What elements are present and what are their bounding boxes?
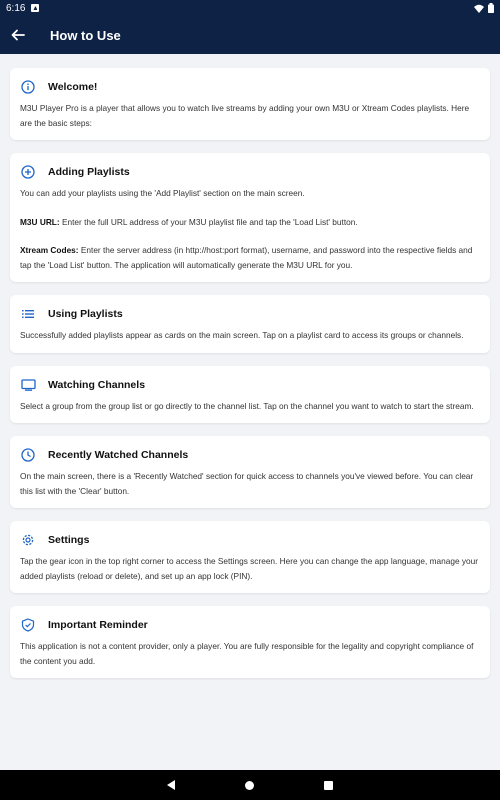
card-using-playlists: Using Playlists Successfully added playl… — [10, 295, 490, 353]
arrow-back-icon — [11, 29, 25, 41]
nav-back-icon[interactable] — [167, 780, 175, 790]
card-title: Settings — [48, 534, 90, 546]
card-text: Select a group from the group list or go… — [20, 400, 474, 411]
page-title: How to Use — [50, 27, 121, 43]
m3u-label: M3U URL: — [20, 216, 60, 227]
tv-icon — [20, 377, 36, 393]
card-welcome: Welcome! M3U Player Pro is a player that… — [10, 68, 490, 140]
card-text: This application is not a content provid… — [20, 641, 474, 666]
status-time: 6:16 — [6, 2, 26, 14]
card-title: Welcome! — [48, 81, 98, 93]
list-icon — [20, 306, 36, 322]
card-text: M3U Player Pro is a player that allows y… — [20, 103, 470, 128]
card-adding-playlists: Adding Playlists You can add your playli… — [10, 153, 490, 282]
battery-icon — [488, 3, 494, 13]
nav-home-icon[interactable] — [245, 780, 254, 790]
card-title: Adding Playlists — [48, 166, 130, 178]
app-bar: How to Use — [0, 16, 500, 54]
card-important-reminder: Important Reminder This application is n… — [10, 606, 490, 678]
info-icon — [20, 79, 36, 95]
shield-check-icon — [20, 617, 36, 633]
status-icons — [474, 3, 494, 13]
xtream-instructions: Xtream Codes: Enter the server address (… — [20, 243, 480, 272]
card-text: You can add your playlists using the 'Ad… — [20, 188, 305, 198]
status-bar: 6:16 — [0, 0, 500, 16]
add-circle-icon — [20, 164, 36, 180]
card-text: Successfully added playlists appear as c… — [20, 330, 464, 340]
card-watching-channels: Watching Channels Select a group from th… — [10, 365, 490, 423]
card-title: Using Playlists — [48, 308, 123, 320]
help-content[interactable]: Welcome! M3U Player Pro is a player that… — [0, 54, 500, 770]
back-button[interactable] — [0, 16, 36, 54]
xtream-label: Xtream Codes: — [20, 245, 79, 255]
card-text: Tap the gear icon in the top right corne… — [20, 556, 479, 581]
card-title: Important Reminder — [48, 619, 148, 631]
xtream-text: Enter the server address (in http://host… — [20, 245, 473, 270]
m3u-instructions: M3U URL: Enter the full URL address of y… — [20, 215, 480, 230]
card-settings: Settings Tap the gear icon in the top ri… — [10, 521, 490, 593]
card-title: Recently Watched Channels — [48, 449, 189, 461]
card-text: On the main screen, there is a 'Recently… — [20, 471, 474, 496]
wifi-icon — [474, 4, 484, 13]
card-title: Watching Channels — [48, 378, 146, 391]
nav-recents-icon[interactable] — [324, 780, 333, 790]
notification-icon — [31, 4, 40, 12]
gear-icon — [20, 532, 36, 548]
card-recently-watched: Recently Watched Channels On the main sc… — [10, 436, 490, 508]
m3u-text: Enter the full URL address of your M3U p… — [59, 216, 358, 227]
system-nav-bar — [0, 770, 500, 800]
clock-icon — [20, 447, 36, 463]
